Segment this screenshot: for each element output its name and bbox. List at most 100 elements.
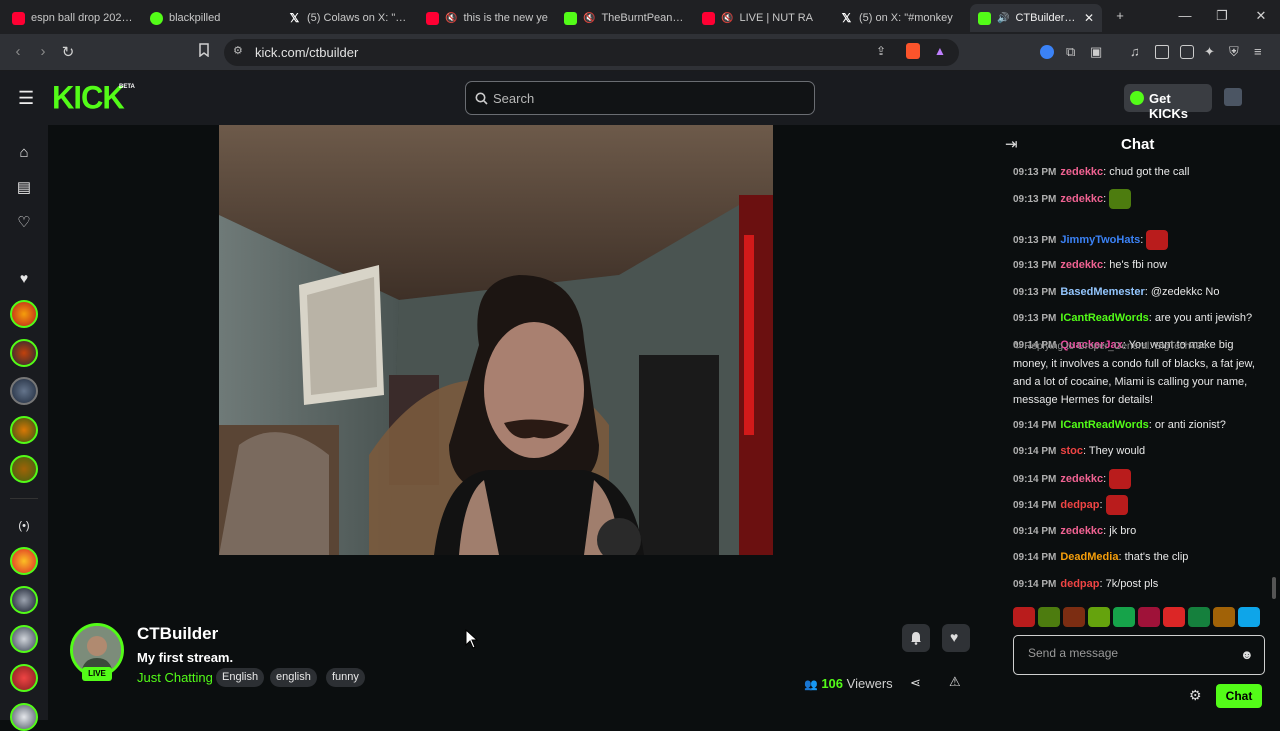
puzzle-icon[interactable]: ⧉: [1066, 45, 1080, 59]
browse-icon[interactable]: ▤: [14, 178, 34, 198]
emote-shortcut[interactable]: [1238, 607, 1260, 627]
browser-tab-active[interactable]: 🔊CTBuilder Stre✕: [970, 4, 1102, 32]
report-icon[interactable]: ⚠: [949, 674, 961, 690]
get-kicks-button[interactable]: Get KICKs: [1124, 84, 1212, 121]
emote-shortcut[interactable]: [1213, 607, 1235, 627]
user-avatar-icon[interactable]: [1224, 88, 1242, 106]
brave-rewards-icon[interactable]: ▲: [934, 44, 946, 58]
emote-shortcut[interactable]: [1163, 607, 1185, 627]
followed-heart-icon: ♥: [19, 270, 29, 286]
wallet-button-icon[interactable]: [1180, 45, 1194, 59]
streamer-name[interactable]: CTBuilder: [137, 624, 218, 644]
close-tab-icon[interactable]: ✕: [1084, 11, 1094, 25]
chat-username[interactable]: zedekkc: [1060, 166, 1103, 178]
chat-username[interactable]: DeadMedia: [1060, 551, 1118, 563]
back-icon[interactable]: ‹: [9, 43, 27, 60]
chat-text: are you anti jewish?: [1154, 312, 1253, 324]
chat-username[interactable]: ICantReadWords: [1060, 419, 1148, 431]
browser-tab-5[interactable]: 🔇 TheBurntPeanut S: [556, 4, 694, 32]
emote-shortcut[interactable]: [1038, 607, 1060, 627]
chat-username[interactable]: JimmyTwoHats: [1060, 234, 1140, 246]
recommended-channel-avatar[interactable]: [10, 586, 38, 614]
emoji-icon[interactable]: ☻: [1240, 647, 1254, 662]
chat-text: jk bro: [1109, 525, 1137, 537]
extension-icon[interactable]: [1040, 45, 1054, 59]
brave-shields-icon[interactable]: [906, 43, 920, 59]
emote-shortcut[interactable]: [1113, 607, 1135, 627]
share-icon[interactable]: ⋖: [910, 675, 921, 691]
chat-settings-gear-icon[interactable]: ⚙: [1189, 687, 1202, 704]
share-icon[interactable]: ⇪: [876, 44, 886, 58]
chat-username[interactable]: zedekkc: [1060, 193, 1103, 205]
youtube-icon: [702, 11, 715, 25]
chat-username[interactable]: zedekkc: [1060, 473, 1103, 485]
video-player[interactable]: [219, 125, 773, 555]
emote-shortcut[interactable]: [1013, 607, 1035, 627]
chat-message: 09:13 PM JimmyTwoHats:: [1013, 230, 1265, 250]
chat-input-field[interactable]: ☻: [1013, 635, 1265, 675]
chat-username[interactable]: stoc: [1060, 445, 1083, 457]
emote-shortcut[interactable]: [1088, 607, 1110, 627]
followed-channel-avatar[interactable]: [10, 377, 38, 405]
category-link[interactable]: Just Chatting: [137, 670, 213, 685]
new-tab-button[interactable]: +: [1110, 8, 1130, 23]
forward-icon[interactable]: ›: [34, 43, 52, 60]
ai-icon[interactable]: ✦: [1204, 45, 1218, 59]
tag-english[interactable]: English: [216, 668, 265, 687]
collapse-chat-icon[interactable]: ⇥: [1005, 135, 1018, 153]
send-chat-button[interactable]: Chat: [1216, 684, 1262, 708]
recommended-channel-avatar[interactable]: [10, 625, 38, 653]
menu-icon[interactable]: ≡: [1254, 45, 1268, 59]
chat-scrollbar[interactable]: [1272, 577, 1276, 599]
browser-tab-3[interactable]: 𝕏 (5) Colaws on X: "New: [280, 4, 418, 32]
vpn-icon[interactable]: ⛨: [1229, 45, 1243, 59]
chat-timestamp: 09:13 PM: [1013, 313, 1057, 324]
notification-bell-button[interactable]: [902, 624, 930, 652]
chat-username[interactable]: zedekkc: [1060, 259, 1103, 271]
music-icon[interactable]: ♫: [1130, 45, 1144, 59]
recommended-channel-avatar[interactable]: [10, 547, 38, 575]
chat-username[interactable]: dedpap: [1060, 499, 1099, 511]
hamburger-menu-icon[interactable]: ☰: [18, 89, 34, 107]
kick-logo[interactable]: KICK: [52, 79, 125, 117]
tag-funny[interactable]: funny: [326, 668, 365, 687]
chat-timestamp: 09:13 PM: [1013, 260, 1057, 271]
follow-heart-button[interactable]: ♥: [942, 624, 970, 652]
chat-username[interactable]: zedekkc: [1060, 525, 1103, 537]
followed-channel-avatar[interactable]: [10, 416, 38, 444]
chat-username[interactable]: dedpap: [1060, 578, 1099, 590]
emote-shortcut[interactable]: [1138, 607, 1160, 627]
browser-tab-2[interactable]: blackpilled: [142, 4, 280, 32]
following-icon[interactable]: ♡: [14, 213, 34, 233]
chat-text: chud got the call: [1109, 166, 1190, 178]
tag-english-lower[interactable]: english: [270, 668, 317, 687]
followed-channel-avatar[interactable]: [10, 455, 38, 483]
browser-tab-7[interactable]: 𝕏 (5) on X: "#monkey: [832, 4, 970, 32]
reload-icon[interactable]: ↻: [59, 43, 77, 61]
chat-username[interactable]: BasedMemester: [1060, 286, 1144, 298]
emote-shortcut[interactable]: [1063, 607, 1085, 627]
recommended-channel-avatar[interactable]: [10, 664, 38, 692]
emote-shortcut[interactable]: [1188, 607, 1210, 627]
followed-channel-avatar[interactable]: [10, 339, 38, 367]
browser-tab-6[interactable]: 🔇 LIVE | NUT RA: [694, 4, 832, 32]
recommended-channel-avatar[interactable]: [10, 703, 38, 731]
url-field[interactable]: ⚙ kick.com/ctbuilder ⇪ ▲: [224, 39, 959, 66]
restore-button[interactable]: ❐: [1212, 8, 1232, 24]
chat-username[interactable]: ICantReadWords: [1060, 312, 1148, 324]
chat-timestamp: 09:14 PM: [1013, 420, 1057, 431]
browser-tab-4[interactable]: 🔇 this is the new ye: [418, 4, 556, 32]
home-icon[interactable]: ⌂: [14, 143, 34, 163]
bookmark-icon[interactable]: [195, 43, 213, 61]
close-window-button[interactable]: ✕: [1251, 8, 1271, 24]
wallet-icon[interactable]: ▣: [1090, 45, 1104, 59]
chat-message-input[interactable]: [1028, 646, 1228, 660]
browser-tab-1[interactable]: espn ball drop 2026 S: [4, 4, 142, 32]
chat-message: 09:14 PM zedekkc:: [1013, 469, 1265, 489]
chat-message: 09:13 PM BasedMemester: @zedekkc No: [1013, 283, 1265, 302]
sidebar-icon[interactable]: [1155, 45, 1169, 59]
followed-channel-avatar[interactable]: [10, 300, 38, 328]
site-info-icon[interactable]: ⚙: [233, 44, 243, 57]
search-field[interactable]: Search: [465, 81, 815, 115]
minimize-button[interactable]: —: [1175, 8, 1195, 23]
